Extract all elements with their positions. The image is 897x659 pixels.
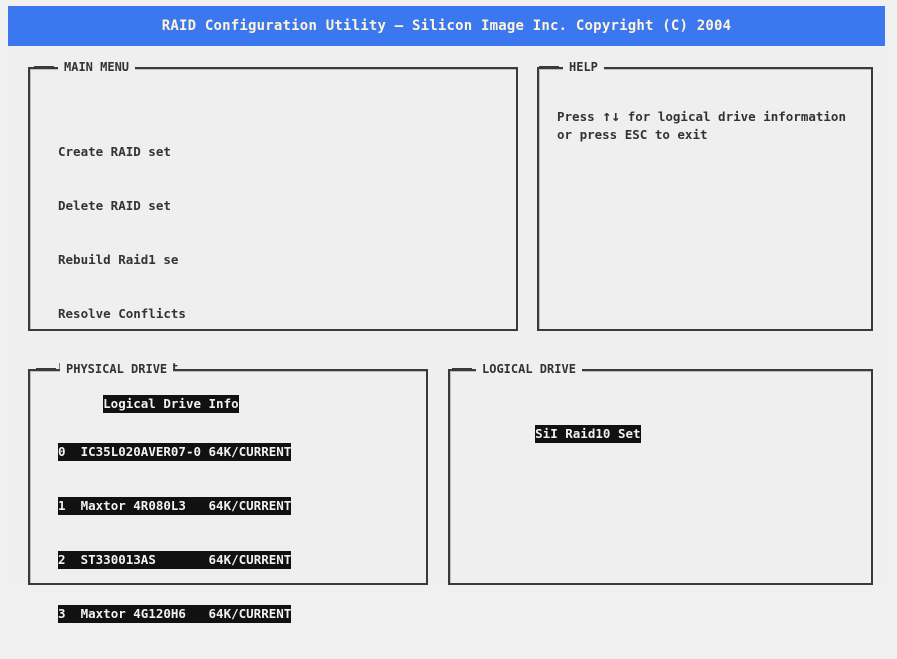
up-down-arrow-icon: ↑↓: [602, 107, 621, 125]
help-text-before: Press: [557, 109, 603, 124]
help-panel: HELP Press ↑↓ for logical drive informat…: [537, 58, 873, 331]
logical-drive-title: LOGICAL DRIVE: [452, 360, 582, 378]
drive-mode: 64K/CURRENT: [208, 498, 292, 513]
physical-drive-row[interactable]: 3 Maxtor 4G120H6 64K/CURRENT: [58, 605, 292, 623]
physical-drive-row[interactable]: 1 Maxtor 4R080L3 64K/CURRENT: [58, 497, 292, 515]
drive-number: 1: [58, 498, 66, 513]
drive-number: 0: [58, 444, 66, 459]
drive-model: IC35L020AVER07-0: [80, 444, 202, 459]
main-menu-panel: MAIN MENU Create RAID set Delete RAID se…: [28, 58, 518, 413]
menu-item-delete-raid-set[interactable]: Delete RAID set: [58, 197, 239, 215]
logical-drive-panel: LOGICAL DRIVE SiI Raid10 Set: [448, 360, 873, 585]
main-menu-title: MAIN MENU: [33, 58, 136, 76]
physical-drive-title: PHYSICAL DRIVE: [35, 360, 174, 378]
physical-drive-panel: PHYSICAL DRIVE 0 IC35L020AVER07-0 64K/CU…: [28, 360, 428, 623]
window-title: RAID Configuration Utility – Silicon Ima…: [161, 18, 732, 34]
drive-mode: 64K/CURRENT: [208, 552, 292, 567]
drive-model: Maxtor 4G120H6: [80, 606, 186, 621]
help-text: Press ↑↓ for logical drive information o…: [557, 107, 867, 144]
menu-item-rebuild-raid1-set[interactable]: Rebuild Raid1 se: [58, 251, 239, 269]
help-title: HELP: [539, 58, 604, 76]
menu-item-create-raid-set[interactable]: Create RAID set: [58, 143, 239, 161]
physical-drive-row[interactable]: 2 ST330013AS 64K/CURRENT: [58, 551, 292, 569]
window-title-bar: RAID Configuration Utility – Silicon Ima…: [8, 6, 885, 46]
drive-number: 2: [58, 552, 66, 567]
bios-screen: MAIN MENU Create RAID set Delete RAID se…: [8, 50, 885, 623]
logical-drive-item[interactable]: SiI Raid10 Set: [535, 425, 641, 443]
drive-mode: 64K/CURRENT: [208, 606, 292, 621]
menu-item-resolve-conflicts[interactable]: Resolve Conflicts: [58, 305, 239, 323]
drive-model: Maxtor 4R080L3: [80, 498, 186, 513]
drive-number: 3: [58, 606, 66, 621]
drive-mode: 64K/CURRENT: [208, 444, 292, 459]
drive-model: ST330013AS: [80, 552, 156, 567]
physical-drive-row[interactable]: 0 IC35L020AVER07-0 64K/CURRENT: [58, 443, 292, 461]
